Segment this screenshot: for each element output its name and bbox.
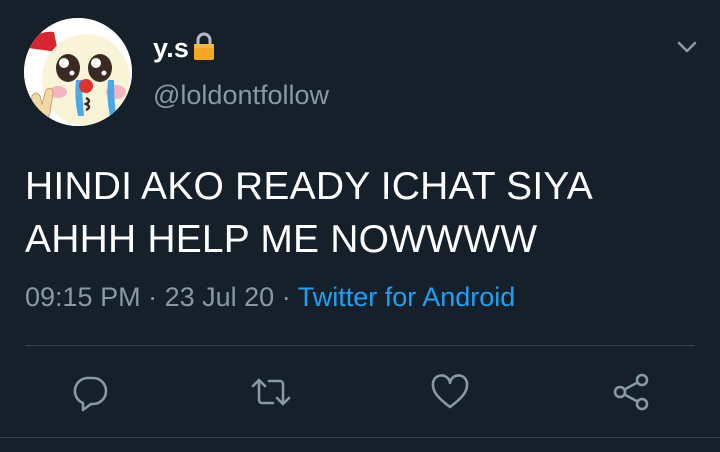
avatar[interactable] (24, 18, 132, 126)
reply-icon (73, 376, 108, 412)
share-button[interactable] (609, 370, 653, 414)
like-button[interactable] (428, 370, 472, 414)
display-name[interactable]: y.s (153, 33, 189, 64)
action-bar (0, 370, 720, 414)
retweet-button[interactable] (249, 370, 293, 414)
tweet-time: 09:15 PM (25, 282, 141, 312)
lock-icon (191, 31, 217, 61)
tweet-source-link[interactable]: Twitter for Android (298, 282, 516, 312)
divider (0, 437, 720, 438)
tweet-text-line: AHHH HELP ME NOWWWW (25, 218, 538, 261)
name-row: y.s (153, 30, 217, 66)
retweet-icon (251, 378, 291, 406)
meta-separator: · (148, 282, 165, 312)
meta-separator: · (281, 282, 298, 312)
user-handle[interactable]: @loldontfollow (153, 80, 329, 111)
heart-icon (431, 374, 469, 409)
share-icon (613, 373, 649, 411)
tweet-meta: 09:15 PM · 23 Jul 20 · Twitter for Andro… (25, 282, 515, 313)
reply-button[interactable] (68, 370, 112, 414)
divider (25, 345, 695, 346)
tweet-text: HINDI AKO READY ICHAT SIYA AHHH HELP ME … (25, 160, 685, 266)
tweet-text-line: HINDI AKO READY ICHAT SIYA (25, 165, 593, 208)
chevron-down-icon[interactable] (674, 36, 700, 58)
pleading-crying-face-emoji-icon (24, 18, 132, 126)
tweet-date: 23 Jul 20 (164, 282, 275, 312)
tweet-card: y.s @loldontfollow HINDI AKO READY ICHAT… (0, 0, 720, 452)
